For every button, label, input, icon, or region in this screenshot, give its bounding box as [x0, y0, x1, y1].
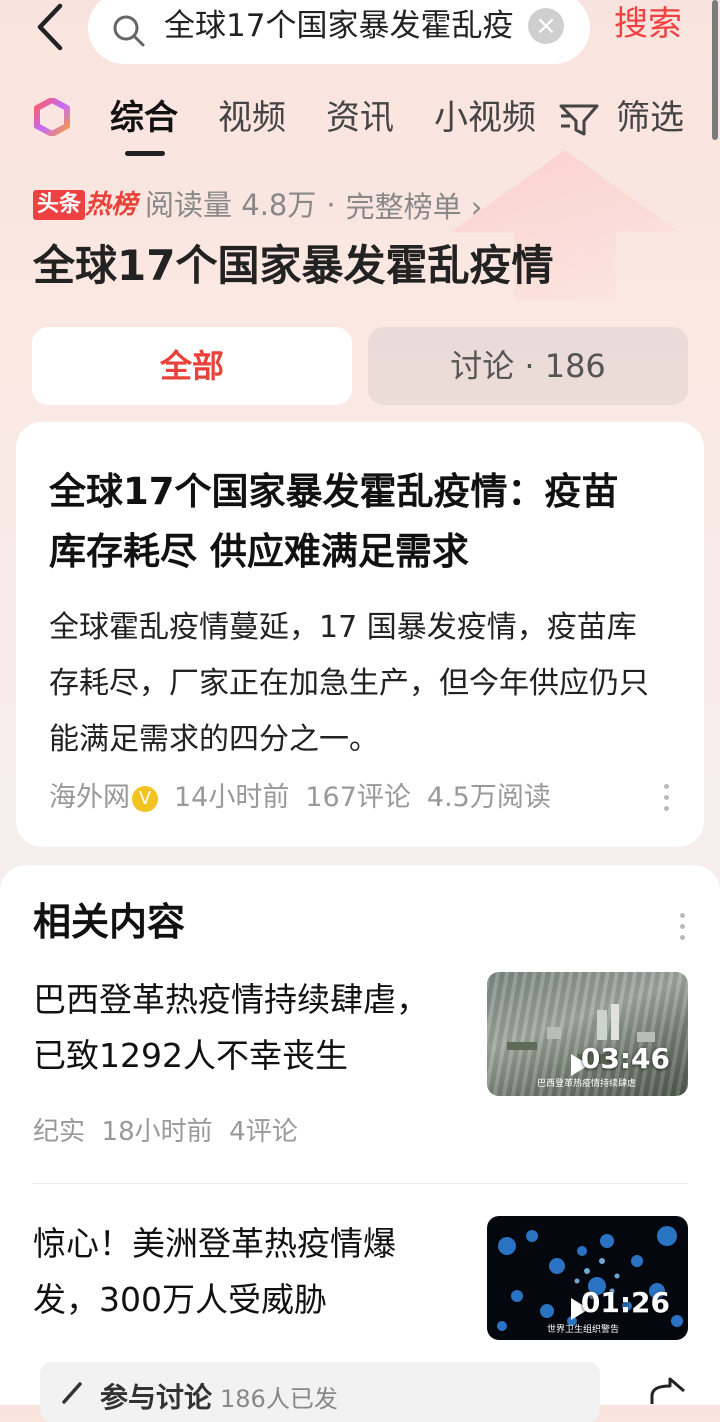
hot-list-row: 头条 热榜 阅读量 4.8万 · 完整榜单 › — [33, 184, 482, 224]
related-content-card: 相关内容 巴西登革热疫情持续肆虐，已致1292人不幸丧生 纪实 18小时前 4评… — [0, 865, 720, 1405]
filter-button[interactable]: 筛选 — [616, 92, 684, 144]
pen-icon — [62, 1382, 82, 1404]
discussion-count: 186人已发 — [220, 1385, 338, 1413]
share-icon[interactable] — [648, 1376, 688, 1406]
hot-separator: · — [326, 188, 336, 222]
search-submit-button[interactable]: 搜索 — [614, 2, 682, 46]
topic-title: 全球17个国家暴发霍乱疫情 — [33, 241, 554, 290]
thumbnail-caption: 世界卫生组织警告 — [547, 1325, 620, 1335]
segment-discussion[interactable]: 讨论 · 186 — [368, 327, 688, 405]
article-comments: 167评论 — [305, 782, 411, 813]
segment-all[interactable]: 全部 — [32, 327, 352, 405]
article-source[interactable]: 海外网 — [49, 782, 130, 813]
hot-read-count: 阅读量 4.8万 — [145, 188, 317, 222]
close-icon: × — [535, 11, 557, 41]
search-input[interactable]: 全球17个国家暴发霍乱疫情 — [164, 4, 514, 48]
filter-icon[interactable] — [558, 102, 600, 138]
video-duration: 03:46 — [580, 1042, 670, 1075]
tab-short-video[interactable]: 小视频 — [434, 92, 536, 144]
related-more-icon[interactable] — [680, 913, 686, 943]
related-item-time: 18小时前 — [101, 1117, 213, 1147]
hot-list-badge-label: 热榜 — [85, 190, 138, 220]
related-item-source: 纪实 — [33, 1117, 86, 1147]
video-duration: 01:26 — [580, 1286, 670, 1319]
tab-comprehensive[interactable]: 综合 — [110, 92, 178, 144]
app-logo-icon — [34, 98, 70, 136]
full-list-link[interactable]: 完整榜单 › — [346, 184, 483, 226]
article-reads: 4.5万阅读 — [426, 782, 551, 813]
video-thumbnail[interactable]: 03:46 巴西登革热疫情持续肆虐 — [487, 972, 688, 1096]
join-discussion-label[interactable]: 参与讨论 — [100, 1381, 212, 1414]
list-item[interactable]: 惊心！美洲登革热疫情爆发，300万人受威胁 01:26 世界卫生组织警告 — [33, 1216, 688, 1346]
related-item-comments: 4评论 — [229, 1117, 298, 1147]
more-options-icon[interactable] — [664, 784, 670, 814]
list-item[interactable]: 巴西登革热疫情持续肆虐，已致1292人不幸丧生 纪实 18小时前 4评论 03:… — [33, 972, 688, 1172]
discussion-bar[interactable]: 参与讨论 186人已发 — [40, 1362, 600, 1422]
hot-list-badge: 头条 — [33, 190, 86, 220]
verified-icon: V — [132, 785, 158, 812]
article-summary: 全球霍乱疫情蔓延，17 国暴发疫情，疫苗库存耗尽，厂家正在加急生产，但今年供应仍… — [49, 610, 649, 757]
related-item-meta: 纪实 18小时前 4评论 — [33, 1114, 298, 1150]
article-meta: 海外网 V 14小时前 167评论 4.5万阅读 — [49, 778, 551, 818]
video-thumbnail[interactable]: 01:26 世界卫生组织警告 — [487, 1216, 688, 1340]
thumbnail-caption: 巴西登革热疫情持续肆虐 — [537, 1079, 637, 1089]
top-bar: 全球17个国家暴发霍乱疫情 × 搜索 — [0, 0, 720, 70]
related-item-title[interactable]: 巴西登革热疫情持续肆虐，已致1292人不幸丧生 — [33, 972, 453, 1084]
search-icon — [113, 15, 145, 47]
chevron-left-icon — [37, 3, 63, 51]
article-time: 14小时前 — [174, 782, 290, 813]
related-heading: 相关内容 — [33, 900, 186, 944]
tab-video[interactable]: 视频 — [218, 92, 286, 144]
list-divider — [33, 1183, 688, 1184]
result-tabs: 综合 视频 资讯 小视频 筛选 — [0, 90, 720, 160]
article-title[interactable]: 全球17个国家暴发霍乱疫情：疫苗库存耗尽 供应难满足需求 — [49, 462, 649, 582]
search-box[interactable]: 全球17个国家暴发霍乱疫情 × — [88, 0, 590, 64]
active-tab-indicator — [125, 151, 165, 156]
discussion-label: 参与讨论 186人已发 — [100, 1376, 338, 1416]
back-button[interactable] — [28, 2, 72, 52]
related-item-title[interactable]: 惊心！美洲登革热疫情爆发，300万人受威胁 — [33, 1216, 453, 1328]
clear-search-button[interactable]: × — [528, 8, 564, 44]
tab-news[interactable]: 资讯 — [326, 92, 394, 144]
main-article-card[interactable]: 全球17个国家暴发霍乱疫情：疫苗库存耗尽 供应难满足需求 全球霍乱疫情蔓延，17… — [16, 422, 704, 847]
